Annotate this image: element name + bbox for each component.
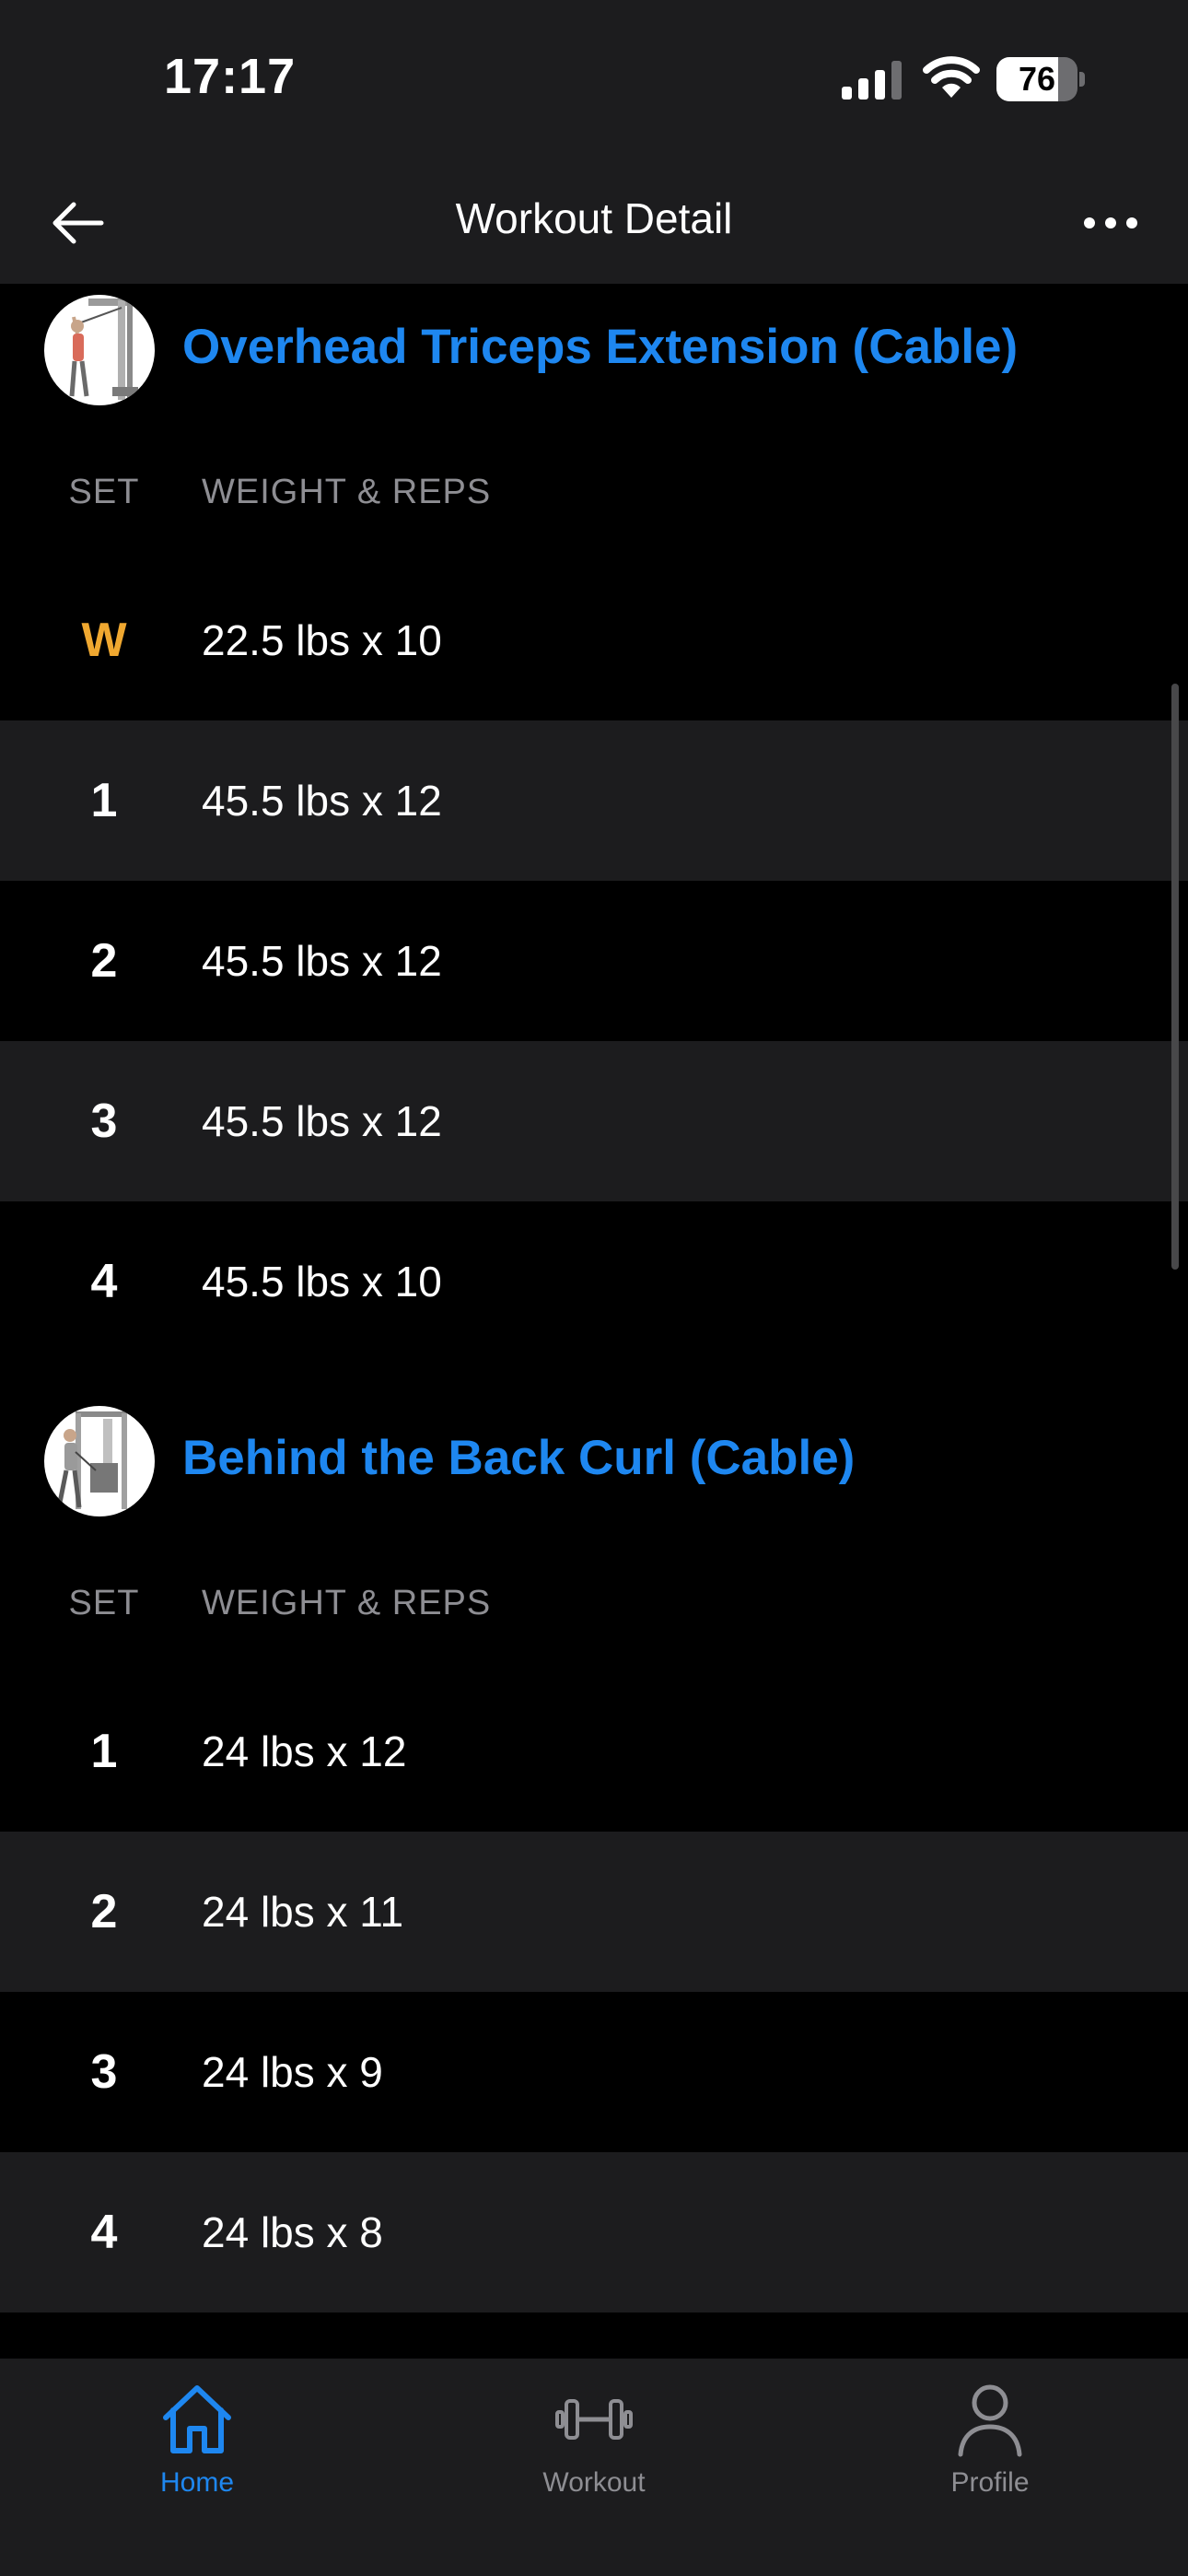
set-number: 4 xyxy=(90,1255,118,1308)
more-options-button[interactable] xyxy=(1074,190,1147,256)
set-weight-reps: 45.5 lbs x 12 xyxy=(202,937,442,985)
set-row: 4 45.5 lbs x 10 xyxy=(0,1201,1188,1362)
set-weight-reps: 45.5 lbs x 12 xyxy=(202,1097,442,1145)
tab-profile[interactable]: Profile xyxy=(879,2368,1101,2515)
column-headers: SET WEIGHT & REPS xyxy=(0,1584,1188,1639)
set-number: 2 xyxy=(90,1885,118,1938)
column-header-set: SET xyxy=(68,1584,140,1622)
column-header-weight-reps: WEIGHT & REPS xyxy=(202,473,492,511)
exercise-name[interactable]: Overhead Triceps Extension (Cable) xyxy=(182,319,1018,375)
set-number: W xyxy=(81,614,127,667)
tab-label: Home xyxy=(159,2467,235,2498)
cable-curl-illustration-icon xyxy=(56,1411,127,1509)
set-row: 1 24 lbs x 12 xyxy=(0,1671,1188,1832)
set-weight-reps: 24 lbs x 8 xyxy=(202,2208,383,2256)
set-weight-reps: 24 lbs x 9 xyxy=(202,2048,383,2096)
battery-indicator: 76 xyxy=(996,57,1085,101)
ellipsis-icon xyxy=(1084,217,1137,228)
tab-home[interactable]: Home xyxy=(87,2368,308,2515)
column-header-weight-reps: WEIGHT & REPS xyxy=(202,1584,492,1622)
dumbbell-icon xyxy=(555,2399,633,2440)
page-title: Workout Detail xyxy=(455,194,733,242)
set-weight-reps: 24 lbs x 12 xyxy=(202,1727,407,1775)
scrollbar[interactable] xyxy=(1171,684,1179,1270)
set-row: 2 45.5 lbs x 12 xyxy=(0,881,1188,1041)
set-weight-reps: 22.5 lbs x 10 xyxy=(202,616,442,664)
battery-body: 76 xyxy=(996,57,1077,101)
set-weight-reps: 45.5 lbs x 10 xyxy=(202,1258,442,1306)
set-number: 1 xyxy=(90,774,118,827)
cellular-signal-icon xyxy=(842,61,902,100)
tab-bar: Home Workout Profile xyxy=(0,2359,1188,2576)
set-number: 2 xyxy=(90,934,118,988)
battery-level: 76 xyxy=(1018,60,1056,98)
set-row: 3 24 lbs x 9 xyxy=(0,1992,1188,2152)
set-row: 1 45.5 lbs x 12 xyxy=(0,720,1188,881)
battery-cap xyxy=(1079,72,1085,87)
top-bar: 17:17 76 Workout Detail xyxy=(0,0,1188,284)
exercise-name[interactable]: Behind the Back Curl (Cable) xyxy=(182,1430,855,1486)
profile-icon xyxy=(958,2384,1022,2457)
tab-label: Workout xyxy=(542,2467,646,2498)
workout-detail-screen: 17:17 76 Workout Detail Overhead Triceps… xyxy=(0,0,1188,2576)
set-weight-reps: 24 lbs x 11 xyxy=(202,1888,404,1936)
exercise-thumbnail[interactable] xyxy=(44,295,155,405)
set-number: 1 xyxy=(90,1725,118,1778)
tab-label: Profile xyxy=(950,2467,1030,2498)
set-row: 3 45.5 lbs x 12 xyxy=(0,1041,1188,1201)
set-row: 2 24 lbs x 11 xyxy=(0,1832,1188,1992)
column-header-set: SET xyxy=(68,473,140,511)
set-weight-reps: 45.5 lbs x 12 xyxy=(202,777,442,825)
exercise-header[interactable]: Behind the Back Curl (Cable) xyxy=(0,1395,1188,1524)
cable-triceps-extension-illustration-icon xyxy=(69,299,138,400)
exercise-header[interactable]: Overhead Triceps Extension (Cable) xyxy=(0,284,1188,413)
workout-content[interactable]: Overhead Triceps Extension (Cable) SET W… xyxy=(0,284,1188,2359)
set-number: 3 xyxy=(90,2045,118,2099)
tab-workout[interactable]: Workout xyxy=(483,2368,705,2515)
set-number: 4 xyxy=(90,2206,118,2259)
set-number: 3 xyxy=(90,1095,118,1148)
status-time: 17:17 xyxy=(164,49,297,104)
home-icon xyxy=(163,2385,231,2453)
wifi-icon xyxy=(923,56,980,98)
set-row: W 22.5 lbs x 10 xyxy=(0,560,1188,720)
set-row: 4 24 lbs x 8 xyxy=(0,2152,1188,2313)
column-headers: SET WEIGHT & REPS xyxy=(0,473,1188,528)
exercise-thumbnail[interactable] xyxy=(44,1406,155,1516)
